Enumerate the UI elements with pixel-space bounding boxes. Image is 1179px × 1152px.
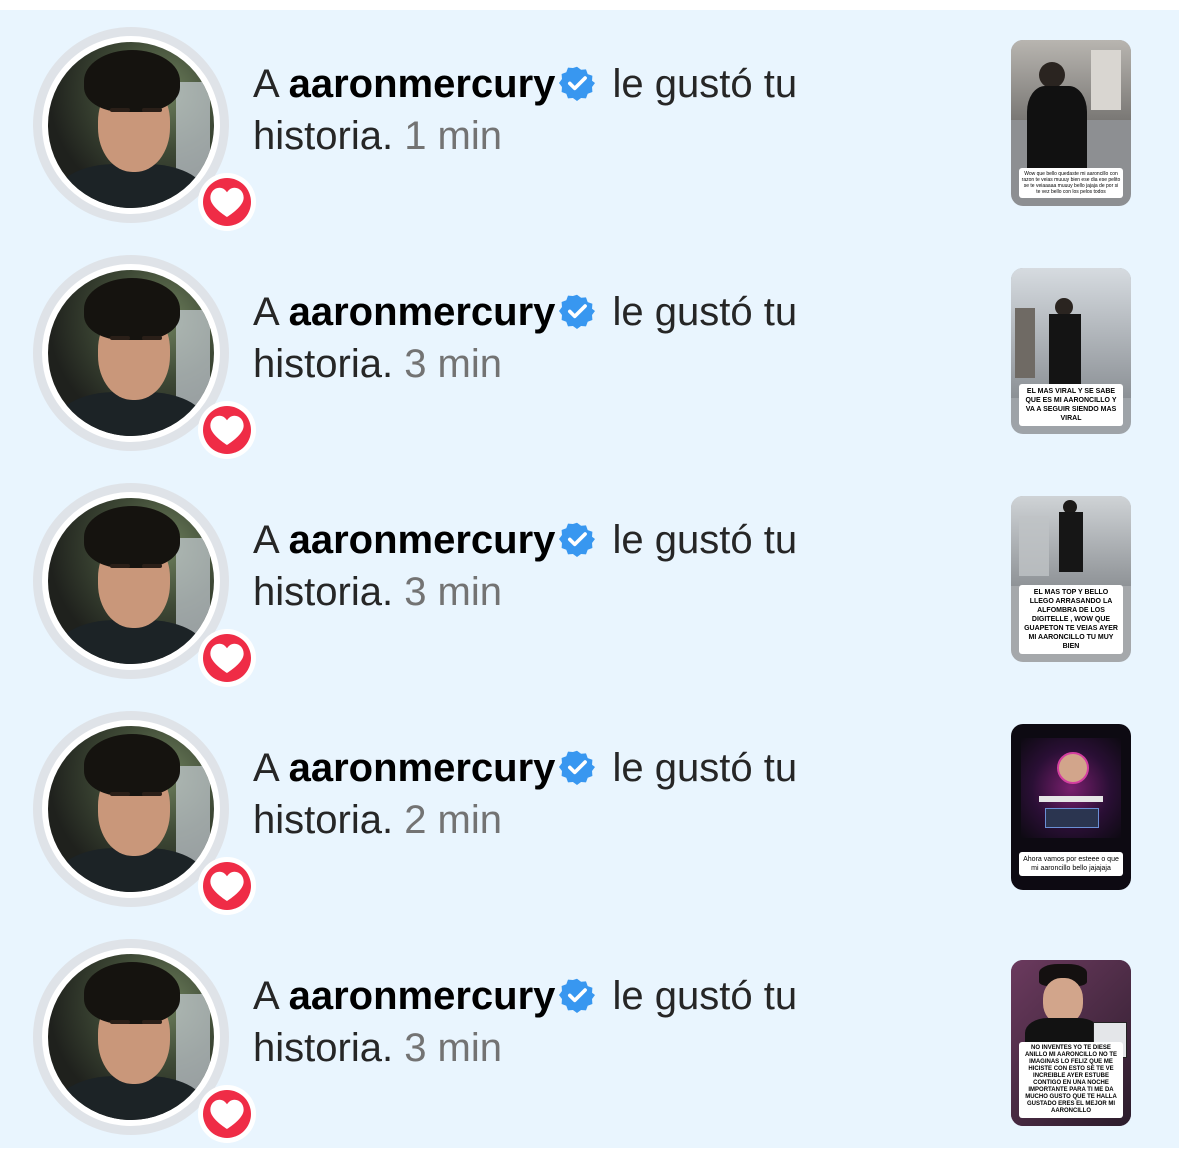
heart-badge-icon xyxy=(198,1085,256,1143)
notification-action: le gustó tu xyxy=(612,62,798,106)
verified-badge-icon xyxy=(559,292,596,340)
heart-badge-icon xyxy=(198,857,256,915)
notification-action: le gustó tu xyxy=(612,518,798,562)
timestamp: 2 min xyxy=(404,798,502,842)
notification-row[interactable]: A aaronmercury le gustó tu historia. 2 m… xyxy=(0,694,1179,922)
notifications-list: A aaronmercury le gustó tu historia. 1 m… xyxy=(0,10,1179,1148)
notification-object: historia. xyxy=(253,342,394,386)
story-caption: Ahora vamos por esteee o que mi aaroncil… xyxy=(1019,852,1123,876)
notification-prefix: A xyxy=(253,746,278,790)
notification-object: historia. xyxy=(253,570,394,614)
avatar-photo xyxy=(48,42,214,208)
timestamp: 3 min xyxy=(404,1026,502,1070)
notification-prefix: A xyxy=(253,974,278,1018)
notification-row[interactable]: A aaronmercury le gustó tu historia. 1 m… xyxy=(0,10,1179,238)
username-link[interactable]: aaronmercury xyxy=(289,290,556,334)
heart-badge-icon xyxy=(198,173,256,231)
notification-prefix: A xyxy=(253,62,278,106)
timestamp: 3 min xyxy=(404,570,502,614)
avatar[interactable] xyxy=(33,483,256,687)
verified-badge-icon xyxy=(559,976,596,1024)
verified-badge-icon xyxy=(559,748,596,796)
heart-badge-icon xyxy=(198,629,256,687)
username-link[interactable]: aaronmercury xyxy=(289,974,556,1018)
timestamp: 3 min xyxy=(404,342,502,386)
story-thumbnail[interactable]: NO INVENTES YO TE DIESE ANILLO MI AARONC… xyxy=(1011,960,1131,1126)
story-caption: EL MAS TOP Y BELLO LLEGO ARRASANDO LA AL… xyxy=(1019,585,1123,654)
notification-action: le gustó tu xyxy=(612,290,798,334)
notification-prefix: A xyxy=(253,518,278,562)
notification-row[interactable]: A aaronmercury le gustó tu historia. 3 m… xyxy=(0,238,1179,466)
story-caption: EL MAS VIRAL Y SE SABE QUE ES MI AARONCI… xyxy=(1019,384,1123,426)
notification-text: A aaronmercury le gustó tu historia. 3 m… xyxy=(253,288,993,388)
story-caption: Wow que bello quedaste mi aaroncillo con… xyxy=(1019,168,1123,198)
story-thumbnail[interactable]: Wow que bello quedaste mi aaroncillo con… xyxy=(1011,40,1131,206)
notification-text: A aaronmercury le gustó tu historia. 1 m… xyxy=(253,60,993,160)
notification-text: A aaronmercury le gustó tu historia. 2 m… xyxy=(253,744,993,844)
avatar[interactable] xyxy=(33,711,256,915)
avatar-photo xyxy=(48,498,214,664)
notification-row[interactable]: A aaronmercury le gustó tu historia. 3 m… xyxy=(0,922,1179,1150)
verified-badge-icon xyxy=(559,520,596,568)
story-thumbnail[interactable]: EL MAS TOP Y BELLO LLEGO ARRASANDO LA AL… xyxy=(1011,496,1131,662)
username-link[interactable]: aaronmercury xyxy=(289,746,556,790)
notification-text: A aaronmercury le gustó tu historia. 3 m… xyxy=(253,972,993,1072)
story-thumbnail[interactable]: EL MAS VIRAL Y SE SABE QUE ES MI AARONCI… xyxy=(1011,268,1131,434)
avatar-photo xyxy=(48,954,214,1120)
username-link[interactable]: aaronmercury xyxy=(289,518,556,562)
avatar-photo xyxy=(48,726,214,892)
avatar-photo xyxy=(48,270,214,436)
verified-badge-icon xyxy=(559,64,596,112)
notification-row[interactable]: A aaronmercury le gustó tu historia. 3 m… xyxy=(0,466,1179,694)
avatar[interactable] xyxy=(33,27,256,231)
username-link[interactable]: aaronmercury xyxy=(289,62,556,106)
timestamp: 1 min xyxy=(404,114,502,158)
notification-text: A aaronmercury le gustó tu historia. 3 m… xyxy=(253,516,993,616)
avatar[interactable] xyxy=(33,939,256,1143)
notification-object: historia. xyxy=(253,114,394,158)
heart-badge-icon xyxy=(198,401,256,459)
story-thumbnail[interactable]: Ahora vamos por esteee o que mi aaroncil… xyxy=(1011,724,1131,890)
avatar[interactable] xyxy=(33,255,256,459)
story-caption: NO INVENTES YO TE DIESE ANILLO MI AARONC… xyxy=(1019,1042,1123,1118)
notification-prefix: A xyxy=(253,290,278,334)
notification-action: le gustó tu xyxy=(612,746,798,790)
notification-action: le gustó tu xyxy=(612,974,798,1018)
notification-object: historia. xyxy=(253,1026,394,1070)
notification-object: historia. xyxy=(253,798,394,842)
